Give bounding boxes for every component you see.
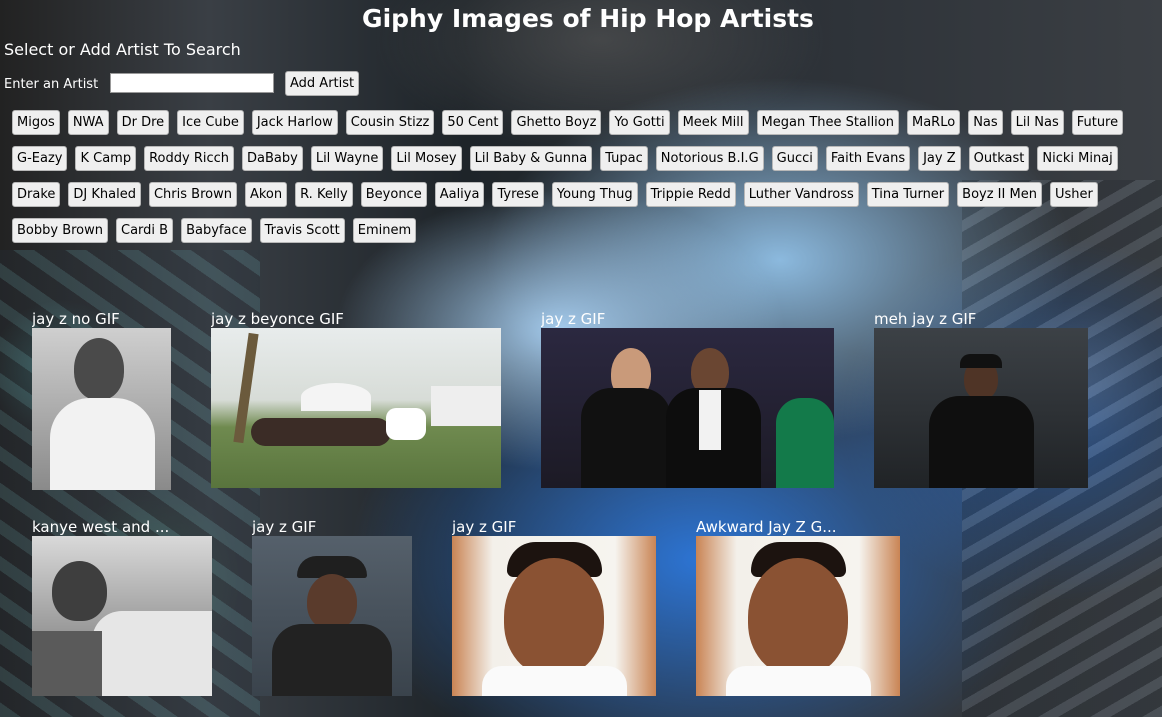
gif-image[interactable] bbox=[32, 328, 171, 490]
artist-button[interactable]: Boyz II Men bbox=[957, 182, 1042, 207]
gif-title: jay z beyonce GIF bbox=[211, 310, 344, 328]
artist-button[interactable]: Tupac bbox=[600, 146, 648, 171]
artist-button[interactable]: K Camp bbox=[75, 146, 137, 171]
artist-button[interactable]: Drake bbox=[12, 182, 61, 207]
page-title: Giphy Images of Hip Hop Artists bbox=[362, 4, 814, 33]
gif-title: jay z GIF bbox=[452, 518, 517, 536]
artist-button[interactable]: Nas bbox=[968, 110, 1003, 135]
artist-button[interactable]: Young Thug bbox=[551, 182, 638, 207]
artist-button[interactable]: Usher bbox=[1049, 182, 1098, 207]
artist-button[interactable]: Jack Harlow bbox=[251, 110, 338, 135]
artist-button[interactable]: DJ Khaled bbox=[68, 182, 141, 207]
artist-button[interactable]: Jay Z bbox=[918, 146, 961, 171]
artist-button[interactable]: Chris Brown bbox=[148, 182, 237, 207]
artist-button-list: Migos NWA Dr Dre Ice Cube Jack Harlow Co… bbox=[8, 108, 1162, 252]
artist-button[interactable]: 50 Cent bbox=[442, 110, 504, 135]
artist-button[interactable]: Lil Baby & Gunna bbox=[469, 146, 593, 171]
artist-button[interactable]: Outkast bbox=[968, 146, 1030, 171]
gif-title: jay z GIF bbox=[541, 310, 606, 328]
gif-card[interactable]: meh jay z GIF bbox=[874, 310, 1088, 488]
artist-button[interactable]: Cousin Stizz bbox=[345, 110, 435, 135]
artist-button[interactable]: Luther Vandross bbox=[743, 182, 859, 207]
gif-image[interactable] bbox=[874, 328, 1088, 488]
artist-button[interactable]: Future bbox=[1071, 110, 1124, 135]
artist-button[interactable]: Babyface bbox=[181, 218, 252, 243]
artist-button[interactable]: Yo Gotti bbox=[609, 110, 670, 135]
gif-card[interactable]: jay z beyonce GIF bbox=[211, 310, 501, 488]
artist-input-label: Enter an Artist bbox=[4, 77, 99, 92]
artist-button[interactable]: Akon bbox=[244, 182, 288, 207]
gif-card[interactable]: jay z GIF bbox=[452, 518, 656, 696]
artist-button[interactable]: Trippie Redd bbox=[645, 182, 736, 207]
artist-button[interactable]: Tyrese bbox=[492, 182, 544, 207]
gif-title: jay z GIF bbox=[252, 518, 317, 536]
gif-card[interactable]: kanye west and ... bbox=[32, 518, 212, 696]
add-artist-button[interactable]: Add Artist bbox=[285, 71, 360, 96]
artist-button[interactable]: DaBaby bbox=[242, 146, 303, 171]
artist-button[interactable]: Faith Evans bbox=[825, 146, 911, 171]
artist-button[interactable]: Dr Dre bbox=[116, 110, 170, 135]
artist-button[interactable]: Beyonce bbox=[360, 182, 427, 207]
artist-button[interactable]: Tina Turner bbox=[866, 182, 950, 207]
page-subtitle: Select or Add Artist To Search bbox=[4, 40, 241, 59]
artist-button[interactable]: Megan Thee Stallion bbox=[756, 110, 899, 135]
artist-button[interactable]: Roddy Ricch bbox=[144, 146, 235, 171]
gif-image[interactable] bbox=[211, 328, 501, 488]
gif-title: jay z no GIF bbox=[32, 310, 120, 328]
artist-button[interactable]: Lil Wayne bbox=[310, 146, 384, 171]
artist-button[interactable]: Aaliya bbox=[434, 182, 485, 207]
gif-title: kanye west and ... bbox=[32, 518, 170, 536]
artist-button[interactable]: Gucci bbox=[771, 146, 818, 171]
gif-card[interactable]: jay z no GIF bbox=[32, 310, 171, 490]
artist-button[interactable]: MaRLo bbox=[907, 110, 961, 135]
gif-title: Awkward Jay Z G... bbox=[696, 518, 837, 536]
gif-card[interactable]: jay z GIF bbox=[541, 310, 834, 488]
artist-button[interactable]: Nicki Minaj bbox=[1037, 146, 1118, 171]
gif-image[interactable] bbox=[696, 536, 900, 696]
artist-button[interactable]: Eminem bbox=[352, 218, 417, 243]
gif-title: meh jay z GIF bbox=[874, 310, 977, 328]
artist-button[interactable]: Lil Mosey bbox=[391, 146, 462, 171]
artist-button[interactable]: G-Eazy bbox=[12, 146, 68, 171]
gif-image[interactable] bbox=[541, 328, 834, 488]
artist-button[interactable]: Migos bbox=[12, 110, 60, 135]
artist-button[interactable]: Ghetto Boyz bbox=[511, 110, 602, 135]
artist-button[interactable]: Cardi B bbox=[116, 218, 174, 243]
gif-image[interactable] bbox=[252, 536, 412, 696]
artist-button[interactable]: Notorious B.I.G bbox=[655, 146, 764, 171]
gif-image[interactable] bbox=[32, 536, 212, 696]
artist-button[interactable]: Ice Cube bbox=[177, 110, 244, 135]
artist-input[interactable] bbox=[110, 73, 274, 93]
gif-card[interactable]: Awkward Jay Z G... bbox=[696, 518, 900, 696]
artist-button[interactable]: Travis Scott bbox=[259, 218, 345, 243]
artist-button[interactable]: R. Kelly bbox=[295, 182, 353, 207]
gif-image[interactable] bbox=[452, 536, 656, 696]
artist-button[interactable]: Meek Mill bbox=[677, 110, 749, 135]
gif-card[interactable]: jay z GIF bbox=[252, 518, 412, 696]
artist-button[interactable]: NWA bbox=[67, 110, 109, 135]
artist-button[interactable]: Lil Nas bbox=[1010, 110, 1064, 135]
artist-button[interactable]: Bobby Brown bbox=[12, 218, 109, 243]
